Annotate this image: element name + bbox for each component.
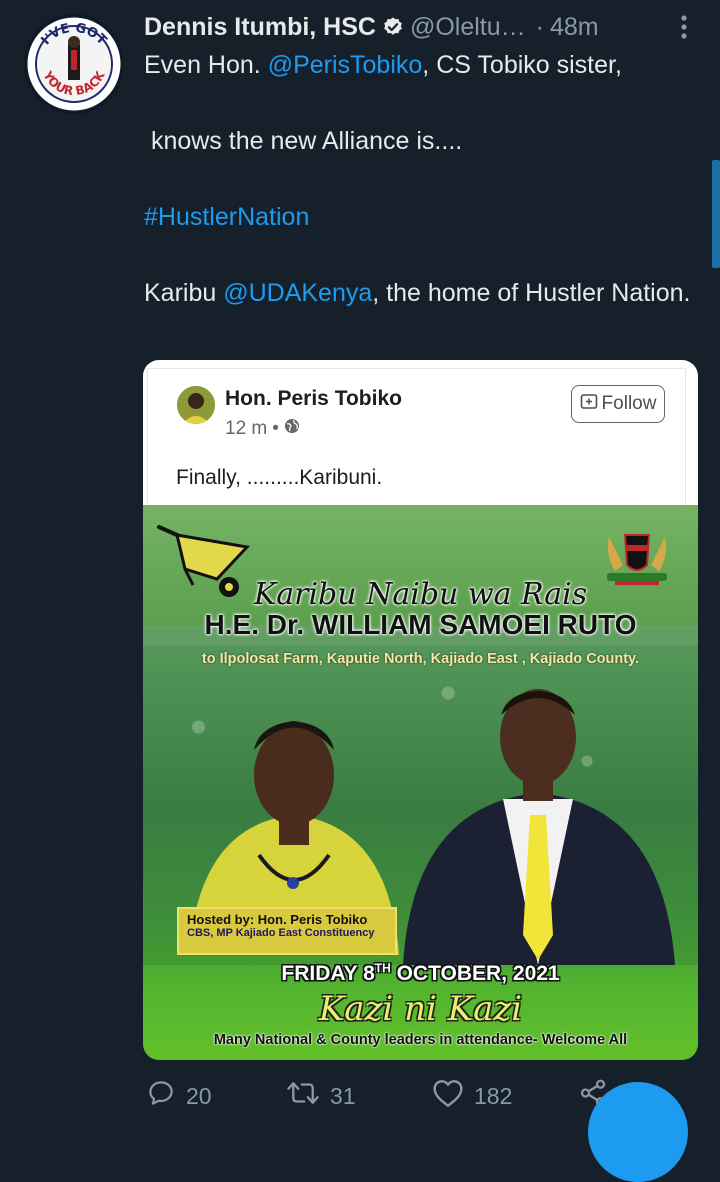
follow-plus-icon — [580, 392, 598, 416]
tweet-line-1-prefix: Even Hon. — [144, 51, 268, 79]
tweet-header: Dennis Itumbi, HSC @Oleltu… · 48m — [144, 10, 696, 44]
hosted-prefix: Hosted by: — [187, 912, 258, 927]
heart-icon — [432, 1078, 464, 1114]
facebook-post-screenshot: Hon. Peris Tobiko 12 m • Follow Finally,… — [143, 360, 698, 505]
poster-date-month: OCTOBER, 2021 — [390, 962, 560, 985]
tweet-media-image[interactable]: Hon. Peris Tobiko 12 m • Follow Finally,… — [143, 360, 698, 1060]
author-handle[interactable]: @Oleltu… — [410, 13, 526, 42]
fb-post-time: 12 m — [225, 418, 268, 439]
tweet-text: Even Hon. @PerisTobiko, CS Tobiko sister… — [144, 46, 704, 312]
mention-udakenya[interactable]: @UDAKenya — [223, 279, 372, 307]
retweet-icon — [286, 1078, 320, 1114]
tweet-line-4: Karibu @UDAKenya, the home of Hustler Na… — [144, 274, 704, 312]
mention-peris-tobiko[interactable]: @PerisTobiko — [268, 51, 423, 79]
header-separator: · — [535, 12, 544, 41]
event-poster: Karibu Naibu wa Rais H.E. Dr. WILLIAM SA… — [143, 505, 698, 1060]
tweet-time[interactable]: 48m — [550, 13, 599, 42]
poster-karibu-title: Karibu Naibu wa Rais — [253, 577, 588, 612]
reply-icon — [146, 1078, 176, 1114]
hosted-name: Hon. Peris Tobiko — [257, 912, 368, 927]
tweet-line-4-suffix: , the home of Hustler Nation. — [372, 279, 691, 307]
like-count: 182 — [474, 1082, 513, 1109]
compose-tweet-button[interactable] — [588, 1082, 688, 1182]
poster-date-day: FRIDAY 8 — [281, 962, 375, 985]
guest-portrait — [403, 689, 675, 965]
poster-date: FRIDAY 8TH OCTOBER, 2021 — [143, 961, 698, 986]
fb-author-name: Hon. Peris Tobiko — [225, 387, 402, 410]
hosted-role: CBS, MP Kajiado East Constituency — [187, 927, 375, 939]
author-avatar[interactable]: I'VE GOT YOUR BACK — [24, 14, 124, 114]
poster-date-suffix: TH — [374, 961, 391, 975]
poster-guest-name: H.E. Dr. WILLIAM SAMOEI RUTO — [204, 609, 637, 640]
tweet-line-1-suffix: , CS Tobiko sister, — [422, 51, 622, 79]
fb-avatar — [177, 386, 215, 424]
like-button[interactable]: 182 — [432, 1078, 512, 1114]
scrollbar[interactable] — [712, 160, 720, 268]
verified-badge-icon — [382, 16, 404, 38]
fb-meta-dot: • — [272, 418, 279, 439]
tweet-line-4-prefix: Karibu — [144, 279, 224, 307]
reply-count: 20 — [186, 1082, 212, 1109]
poster-slogan: Kazi ni Kazi — [318, 989, 523, 1029]
retweet-button[interactable]: 31 — [286, 1078, 356, 1114]
fb-post-meta: 12 m • — [225, 418, 300, 440]
fb-post-text: Finally, .........Karibuni. — [176, 466, 383, 489]
more-options-icon[interactable] — [672, 10, 696, 44]
hashtag-hustlernation[interactable]: #HustlerNation — [144, 203, 309, 231]
reply-button[interactable]: 20 — [146, 1078, 212, 1114]
retweet-count: 31 — [330, 1082, 356, 1109]
poster-footer: Many National & County leaders in attend… — [213, 1032, 628, 1048]
tweet-line-2: knows the new Alliance is.... — [144, 127, 463, 155]
tweet-line-1: Even Hon. @PerisTobiko, CS Tobiko sister… — [144, 46, 704, 84]
fb-follow-label: Follow — [601, 393, 657, 414]
author-name[interactable]: Dennis Itumbi, HSC — [144, 13, 376, 42]
globe-icon — [284, 418, 300, 440]
poster-venue: to Ilpolosat Farm, Kaputie North, Kajiad… — [201, 651, 640, 667]
poster-hosted-by: Hosted by: Hon. Peris Tobiko CBS, MP Kaj… — [177, 907, 397, 955]
fb-follow-button: Follow — [571, 385, 665, 423]
avatar-badge-image: I'VE GOT YOUR BACK — [24, 14, 124, 114]
